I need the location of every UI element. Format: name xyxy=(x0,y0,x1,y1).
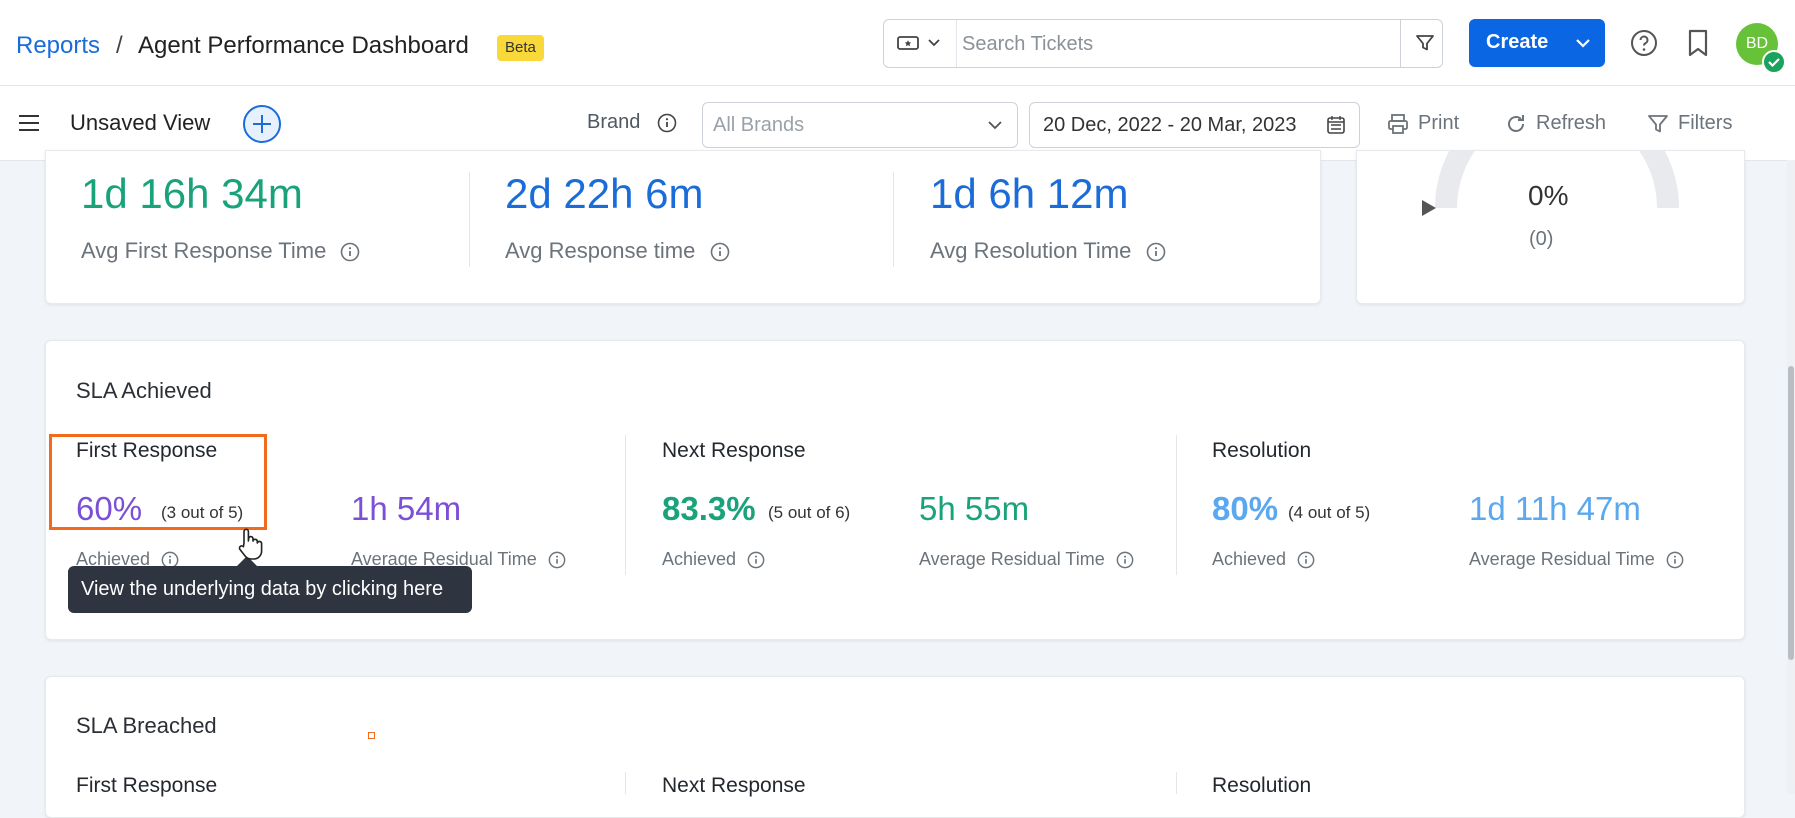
metric-divider xyxy=(469,172,470,267)
date-range-value: 20 Dec, 2022 - 20 Mar, 2023 xyxy=(1043,114,1297,136)
sla-achieved-title: SLA Achieved xyxy=(76,378,212,403)
next-response-residual-value: 5h 55m xyxy=(919,490,1030,527)
page-title: Agent Performance Dashboard xyxy=(138,32,469,59)
chevron-down-icon[interactable] xyxy=(926,36,942,50)
filters-label: Filters xyxy=(1678,112,1733,134)
info-icon[interactable] xyxy=(1116,551,1134,569)
sla-divider xyxy=(1176,772,1177,794)
next-response-achieved-pct[interactable]: 83.3% xyxy=(662,490,756,528)
hand-pointer-icon xyxy=(236,527,266,561)
info-icon[interactable] xyxy=(1297,551,1315,569)
avg-response-label: Avg Response time xyxy=(505,238,730,264)
print-button[interactable]: Print xyxy=(1387,109,1487,137)
info-icon[interactable] xyxy=(747,551,765,569)
printer-icon xyxy=(1388,114,1408,134)
next-response-residual-label: Average Residual Time xyxy=(919,549,1134,570)
print-label: Print xyxy=(1418,112,1460,134)
scrollbar-thumb[interactable] xyxy=(1788,366,1794,660)
info-icon[interactable] xyxy=(548,551,566,569)
calendar-icon xyxy=(1326,115,1346,135)
chevron-down-icon xyxy=(987,119,1003,131)
view-name[interactable]: Unsaved View xyxy=(70,110,210,136)
breached-next-response-title: Next Response xyxy=(662,774,806,797)
date-range-picker[interactable]: 20 Dec, 2022 - 20 Mar, 2023 xyxy=(1029,102,1360,148)
create-button[interactable]: Create xyxy=(1469,19,1605,67)
breached-resolution-title: Resolution xyxy=(1212,774,1312,797)
info-icon[interactable] xyxy=(340,242,360,262)
residual-label-text: Average Residual Time xyxy=(919,549,1105,569)
breadcrumb-separator: / xyxy=(116,32,123,59)
chevron-down-icon xyxy=(1574,37,1592,49)
beta-badge: Beta xyxy=(497,35,544,61)
first-response-highlight xyxy=(49,434,267,530)
ticket-type-icon[interactable] xyxy=(896,33,920,53)
achieved-label-text: Achieved xyxy=(662,549,737,569)
avg-resolution-label-text: Avg Resolution Time xyxy=(930,238,1132,263)
brand-select-value: All Brands xyxy=(713,114,805,136)
search-tickets-box xyxy=(883,19,1443,68)
resolution-out-of[interactable]: (4 out of 5) xyxy=(1288,503,1370,523)
search-divider xyxy=(956,20,957,67)
info-icon[interactable] xyxy=(1146,242,1166,262)
create-button-label: Create xyxy=(1486,31,1549,53)
help-icon[interactable] xyxy=(1630,29,1658,57)
info-icon[interactable] xyxy=(710,242,730,262)
avg-response-label-text: Avg Response time xyxy=(505,238,696,263)
hamburger-menu-icon[interactable] xyxy=(18,113,40,133)
avg-resolution-value: 1d 6h 12m xyxy=(930,170,1129,217)
resolution-residual-value: 1d 11h 47m xyxy=(1469,490,1641,527)
search-filter-icon[interactable] xyxy=(1414,32,1436,54)
residual-label-text: Average Residual Time xyxy=(1469,549,1655,569)
online-check-icon xyxy=(1762,50,1786,74)
resolution-title: Resolution xyxy=(1212,439,1312,462)
search-divider xyxy=(1400,20,1401,67)
breached-first-response-title: First Response xyxy=(76,774,218,797)
sla-breached-card xyxy=(45,676,1745,818)
add-view-button[interactable] xyxy=(243,105,281,143)
metric-divider xyxy=(893,172,894,267)
first-response-residual-value: 1h 54m xyxy=(351,490,462,527)
avg-first-response-value: 1d 16h 34m xyxy=(81,170,303,217)
brand-label: Brand xyxy=(587,111,641,133)
gauge-needle-icon xyxy=(1420,198,1438,218)
gauge-count: (0) xyxy=(1529,228,1554,250)
tooltip-text: View the underlying data by clicking her… xyxy=(81,578,444,600)
sla-divider xyxy=(625,435,626,575)
sla-breached-title: SLA Breached xyxy=(76,713,217,738)
resolution-achieved-pct[interactable]: 80% xyxy=(1212,490,1278,528)
resolution-achieved-label: Achieved xyxy=(1212,549,1315,570)
info-icon[interactable] xyxy=(1666,551,1684,569)
avg-first-response-label-text: Avg First Response Time xyxy=(81,238,327,263)
next-response-achieved-label: Achieved xyxy=(662,549,765,570)
refresh-label: Refresh xyxy=(1536,112,1607,134)
refresh-button[interactable]: Refresh xyxy=(1505,109,1620,137)
info-icon[interactable] xyxy=(657,113,677,133)
filter-icon xyxy=(1648,115,1668,133)
next-response-out-of[interactable]: (5 out of 6) xyxy=(768,503,850,523)
avg-response-value: 2d 22h 6m xyxy=(505,170,704,217)
resolution-residual-label: Average Residual Time xyxy=(1469,549,1684,570)
achieved-label-text: Achieved xyxy=(1212,549,1287,569)
brand-select[interactable]: All Brands xyxy=(702,102,1018,148)
gauge-card xyxy=(1356,150,1745,304)
breadcrumb-reports-link[interactable]: Reports xyxy=(16,32,100,60)
avg-first-response-label: Avg First Response Time xyxy=(81,238,360,264)
sla-divider xyxy=(1176,435,1177,575)
filters-button[interactable]: Filters xyxy=(1647,109,1747,137)
bookmark-icon[interactable] xyxy=(1686,28,1710,58)
next-response-title: Next Response xyxy=(662,439,806,462)
search-input[interactable] xyxy=(960,26,1364,62)
gauge-value: 0% xyxy=(1528,180,1569,211)
tooltip: View the underlying data by clicking her… xyxy=(68,566,472,613)
avg-resolution-label: Avg Resolution Time xyxy=(930,238,1166,264)
sla-divider xyxy=(625,772,626,794)
refresh-icon xyxy=(1508,115,1524,132)
marker xyxy=(368,732,375,739)
